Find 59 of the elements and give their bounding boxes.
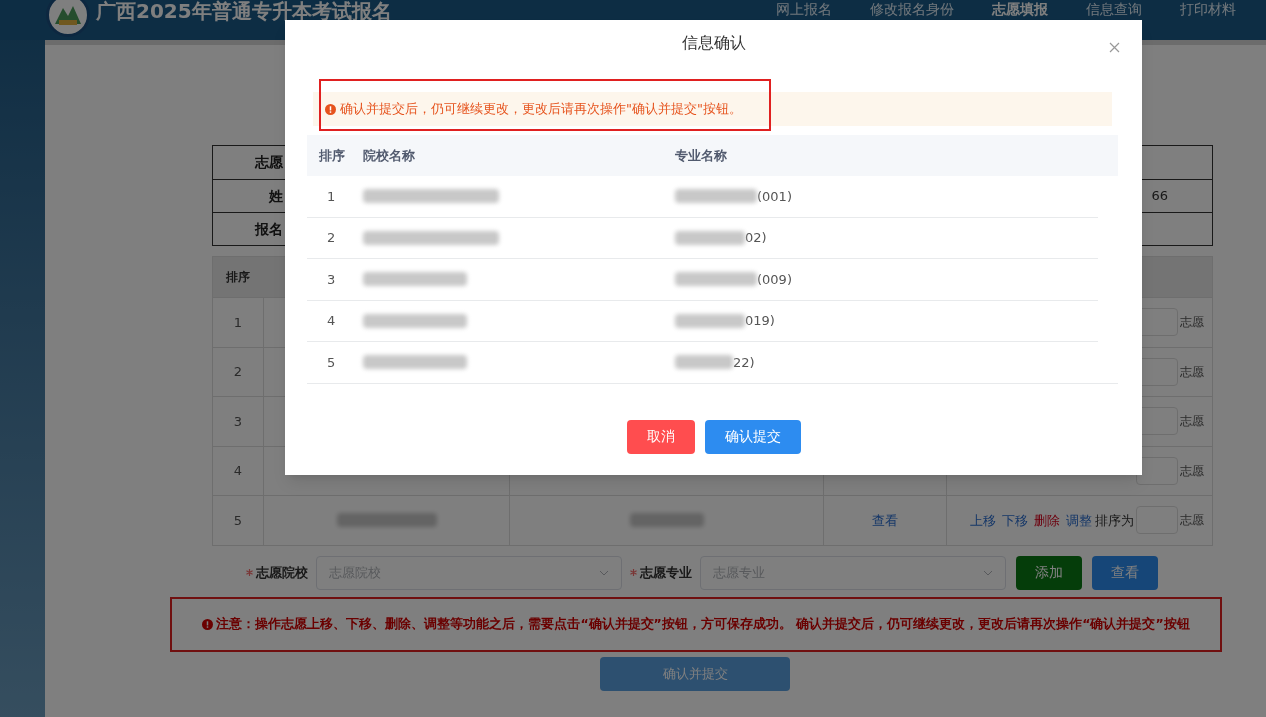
- row-suffix: 志愿: [1180, 314, 1204, 332]
- alert-icon: [202, 618, 214, 630]
- field-label: 志愿专业: [640, 563, 692, 582]
- major-name: 22): [733, 353, 755, 372]
- row-suffix: 志愿: [1180, 363, 1204, 381]
- confirm-button[interactable]: 确认提交: [704, 419, 801, 454]
- nav-link[interactable]: 信息查询: [1080, 1, 1148, 17]
- blurred-text: [675, 355, 733, 370]
- action-link[interactable]: 调整: [1066, 510, 1092, 530]
- nav-link[interactable]: 修改报名身份: [864, 1, 960, 17]
- info-value: 66: [1151, 187, 1168, 206]
- dialog-title: 信息确认: [681, 31, 746, 54]
- major-name: (001): [757, 187, 792, 206]
- info-label: 姓: [269, 186, 283, 206]
- major-name: 02): [745, 229, 767, 247]
- column-header: 排序: [318, 146, 346, 165]
- nav-link[interactable]: 网上报名: [770, 1, 838, 17]
- info-label: 报名: [255, 219, 283, 239]
- action-link[interactable]: 删除: [1034, 510, 1060, 530]
- action-link[interactable]: 上移: [970, 510, 996, 530]
- row-suffix: 志愿: [1180, 462, 1204, 480]
- column-header: 专业名称: [675, 146, 727, 165]
- blurred-text: [675, 313, 745, 328]
- row-number: 2: [233, 364, 243, 379]
- submit-button[interactable]: 确认并提交: [600, 656, 790, 691]
- order-input[interactable]: [1136, 456, 1178, 485]
- site-title: 广西2025年普通专升本考试报名: [96, 0, 392, 25]
- row-number: 4: [326, 312, 337, 330]
- view-link[interactable]: 查看: [872, 510, 898, 530]
- major-name: (009): [757, 270, 792, 289]
- nav-link[interactable]: 志愿填报: [986, 1, 1054, 17]
- row-suffix: 志愿: [1180, 512, 1204, 530]
- alert-icon: [325, 103, 336, 115]
- row-number: 2: [326, 229, 337, 247]
- add-button[interactable]: 添加: [1016, 555, 1082, 590]
- row-number: 3: [233, 413, 243, 429]
- row-number: 1: [326, 187, 337, 206]
- blurred-text: [675, 230, 745, 245]
- row-number: 4: [233, 463, 243, 478]
- row-number: 3: [326, 270, 337, 289]
- info-label: 志愿: [255, 153, 283, 172]
- order-label: 排序为: [1095, 511, 1134, 530]
- row-number: 1: [233, 314, 243, 330]
- row-suffix: 志愿: [1180, 413, 1204, 431]
- nav-link[interactable]: 打印材料: [1174, 1, 1242, 17]
- field-label: 志愿院校: [256, 563, 308, 582]
- column-header: 排序: [225, 269, 251, 286]
- chevron-down-icon: [599, 569, 609, 576]
- view-button[interactable]: 查看: [1092, 555, 1158, 590]
- chevron-down-icon: [983, 569, 993, 576]
- column-header: 院校名称: [363, 146, 416, 165]
- major-name: 019): [745, 312, 775, 330]
- notice-text: 注意：操作志愿上移、下移、删除、调整等功能之后，需要点击“确认并提交”按钮，方可保存成功。 确认并提交后，仍可继续更改，更改后请再次操作“确认并提交”按钮: [202, 614, 1190, 634]
- cancel-button[interactable]: 取消: [626, 419, 695, 454]
- row-number: 5: [326, 353, 337, 372]
- row-number: 5: [233, 512, 243, 528]
- close-icon[interactable]: [1109, 42, 1120, 53]
- alert-text: 确认并提交后，仍可继续更改，更改后请再次操作"确认并提交"按钮。: [340, 100, 742, 119]
- action-link[interactable]: 下移: [1002, 510, 1028, 530]
